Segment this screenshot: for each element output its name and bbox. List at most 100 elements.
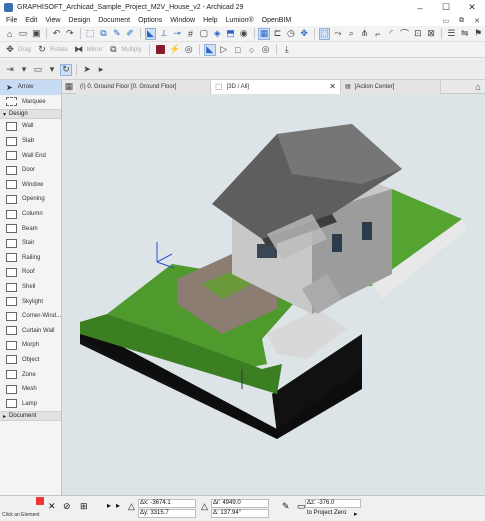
tool-lamp[interactable]: Lamp	[0, 396, 61, 411]
lock-icon[interactable]: ⊠	[426, 28, 437, 40]
measure-icon[interactable]: ⟂	[158, 28, 169, 40]
mirror-button[interactable]: Mirror	[87, 47, 103, 53]
element-icon[interactable]: ▭	[32, 64, 44, 76]
close-tab-icon[interactable]: ✕	[329, 82, 336, 91]
geometry-method-icon[interactable]: ⇥	[4, 64, 16, 76]
next-icon[interactable]: ▸	[107, 501, 111, 510]
orbit-icon[interactable]: ◷	[285, 28, 296, 40]
arrow-cursor-icon[interactable]: ➤	[81, 64, 93, 76]
tool-object[interactable]: Object	[0, 353, 61, 368]
angle-value[interactable]: Δ: 137.94°	[213, 510, 241, 516]
ay-value[interactable]: Δy: 3315.7	[140, 510, 169, 516]
fillet-icon[interactable]: ⊡	[412, 28, 423, 40]
menu-openbim[interactable]: OpenBIM	[262, 17, 292, 24]
tool-railing[interactable]: Railing	[0, 251, 61, 266]
more-icon[interactable]: ▸	[116, 501, 120, 510]
play-icon[interactable]: ▷	[218, 44, 230, 56]
inject-icon[interactable]: ⧉	[98, 28, 109, 40]
menu-lumion[interactable]: Lumion®	[226, 17, 254, 24]
zoom-icon[interactable]: ⌕	[346, 28, 357, 40]
edit-curve-icon[interactable]: ⤳	[332, 28, 343, 40]
tool-opening[interactable]: Opening	[0, 192, 61, 207]
document-section-header[interactable]: ▸ Document	[0, 411, 61, 422]
rotate-button[interactable]: Rotate	[50, 47, 68, 53]
tool-skylight[interactable]: Skylight	[0, 294, 61, 309]
stop-icon[interactable]: □	[232, 44, 244, 56]
save-icon[interactable]: ▣	[31, 28, 42, 40]
circle-icon[interactable]: ○	[246, 44, 258, 56]
target2-icon[interactable]: ◎	[260, 44, 272, 56]
layers-icon[interactable]: ☰	[446, 28, 457, 40]
tool-corner-window[interactable]: Corner-Wind...	[0, 309, 61, 324]
menu-window[interactable]: Window	[170, 17, 195, 24]
menu-help[interactable]: Help	[203, 17, 217, 24]
download-icon[interactable]: ⤓	[281, 44, 293, 56]
eyedropper-icon[interactable]: ✐	[125, 28, 136, 40]
maximize-button[interactable]: ☐	[433, 2, 459, 13]
redo-icon[interactable]: ↷	[64, 28, 75, 40]
tab-overflow-icon[interactable]: ⌂	[472, 81, 484, 93]
snap-icon[interactable]: ◣	[144, 27, 157, 40]
tool-roof[interactable]: Roof	[0, 265, 61, 280]
render-icon[interactable]: ◉	[238, 28, 249, 40]
walk-icon[interactable]: ✥	[299, 28, 310, 40]
wall-tool-icon[interactable]: ⊏	[272, 28, 283, 40]
multiply-button[interactable]: Multiply	[121, 47, 141, 53]
tool-slab[interactable]: Slab	[0, 134, 61, 149]
menu-document[interactable]: Document	[98, 17, 130, 24]
menu-file[interactable]: File	[6, 17, 17, 24]
close-doc-icon[interactable]: ✕	[474, 17, 480, 25]
restore-icon[interactable]: ▭	[443, 17, 450, 25]
minimize-button[interactable]: –	[407, 3, 433, 13]
design-section-header[interactable]: ▾ Design	[0, 109, 61, 120]
snap-options-icon[interactable]: ⊘	[63, 501, 71, 512]
undo-icon[interactable]: ↶	[51, 28, 62, 40]
suspend-groups-icon[interactable]: ◣	[203, 43, 216, 56]
menu-view[interactable]: View	[45, 17, 60, 24]
ar-value[interactable]: Δr: 4949.0	[213, 500, 241, 506]
mirror-icon[interactable]: ⧓	[73, 44, 85, 56]
dropdown-icon[interactable]: ▾	[18, 64, 30, 76]
cancel-icon[interactable]: ✕	[48, 501, 56, 512]
tool-column[interactable]: Column	[0, 207, 61, 222]
selection-icon[interactable]: ⬚	[318, 27, 331, 40]
offset-icon[interactable]: ⋔	[359, 28, 370, 40]
z-ref-dropdown-icon[interactable]: ▸	[354, 510, 358, 518]
grid-snap-icon[interactable]: ⊞	[80, 501, 88, 512]
tool-zone[interactable]: Zone	[0, 367, 61, 382]
section-icon[interactable]: ⬒	[225, 28, 236, 40]
trim-icon[interactable]: ⌒	[399, 28, 410, 40]
rotate-icon[interactable]: ↻	[36, 44, 48, 56]
multiply-icon[interactable]: ⧉	[107, 44, 119, 56]
tool-stair[interactable]: Stair	[0, 236, 61, 251]
rotate-view-icon[interactable]: ↻	[60, 63, 72, 76]
z-reference[interactable]: to Project Zero	[307, 510, 346, 516]
menu-design[interactable]: Design	[68, 17, 90, 24]
dropdown2-icon[interactable]: ▾	[46, 64, 58, 76]
tool-shell[interactable]: Shell	[0, 280, 61, 295]
split-icon[interactable]: ⌐	[372, 28, 383, 40]
tool-curtain-wall[interactable]: Curtain Wall	[0, 324, 61, 339]
pencil-status-icon[interactable]: ✎	[282, 501, 290, 512]
tool-door[interactable]: Door	[0, 163, 61, 178]
layer-icon[interactable]: ▢	[198, 28, 209, 40]
arc-icon[interactable]: ◜	[386, 28, 397, 40]
archicad-logo-icon[interactable]	[155, 45, 165, 54]
tool-mesh[interactable]: Mesh	[0, 382, 61, 397]
tool-beam[interactable]: Beam	[0, 221, 61, 236]
pick-up-icon[interactable]: ⬚	[85, 28, 96, 40]
target-icon[interactable]: ◎	[183, 44, 195, 56]
tool-wall[interactable]: Wall	[0, 119, 61, 134]
drag-button[interactable]: Drag	[18, 47, 31, 53]
3d-view-icon[interactable]: ◈	[212, 28, 223, 40]
menu-options[interactable]: Options	[138, 17, 162, 24]
tab-3d-all[interactable]: ⬚ [3D / All] ✕	[211, 79, 341, 94]
tool-morph[interactable]: Morph	[0, 338, 61, 353]
home-icon[interactable]: ⌂	[4, 28, 15, 40]
tool-arrow[interactable]: ➤ Arrow	[0, 80, 61, 95]
flag-icon[interactable]: ⚑	[472, 28, 483, 40]
menu-edit[interactable]: Edit	[25, 17, 37, 24]
pencil-icon[interactable]: ✎	[111, 28, 122, 40]
grid-icon[interactable]: #	[185, 28, 196, 40]
tool-window[interactable]: Window	[0, 178, 61, 193]
